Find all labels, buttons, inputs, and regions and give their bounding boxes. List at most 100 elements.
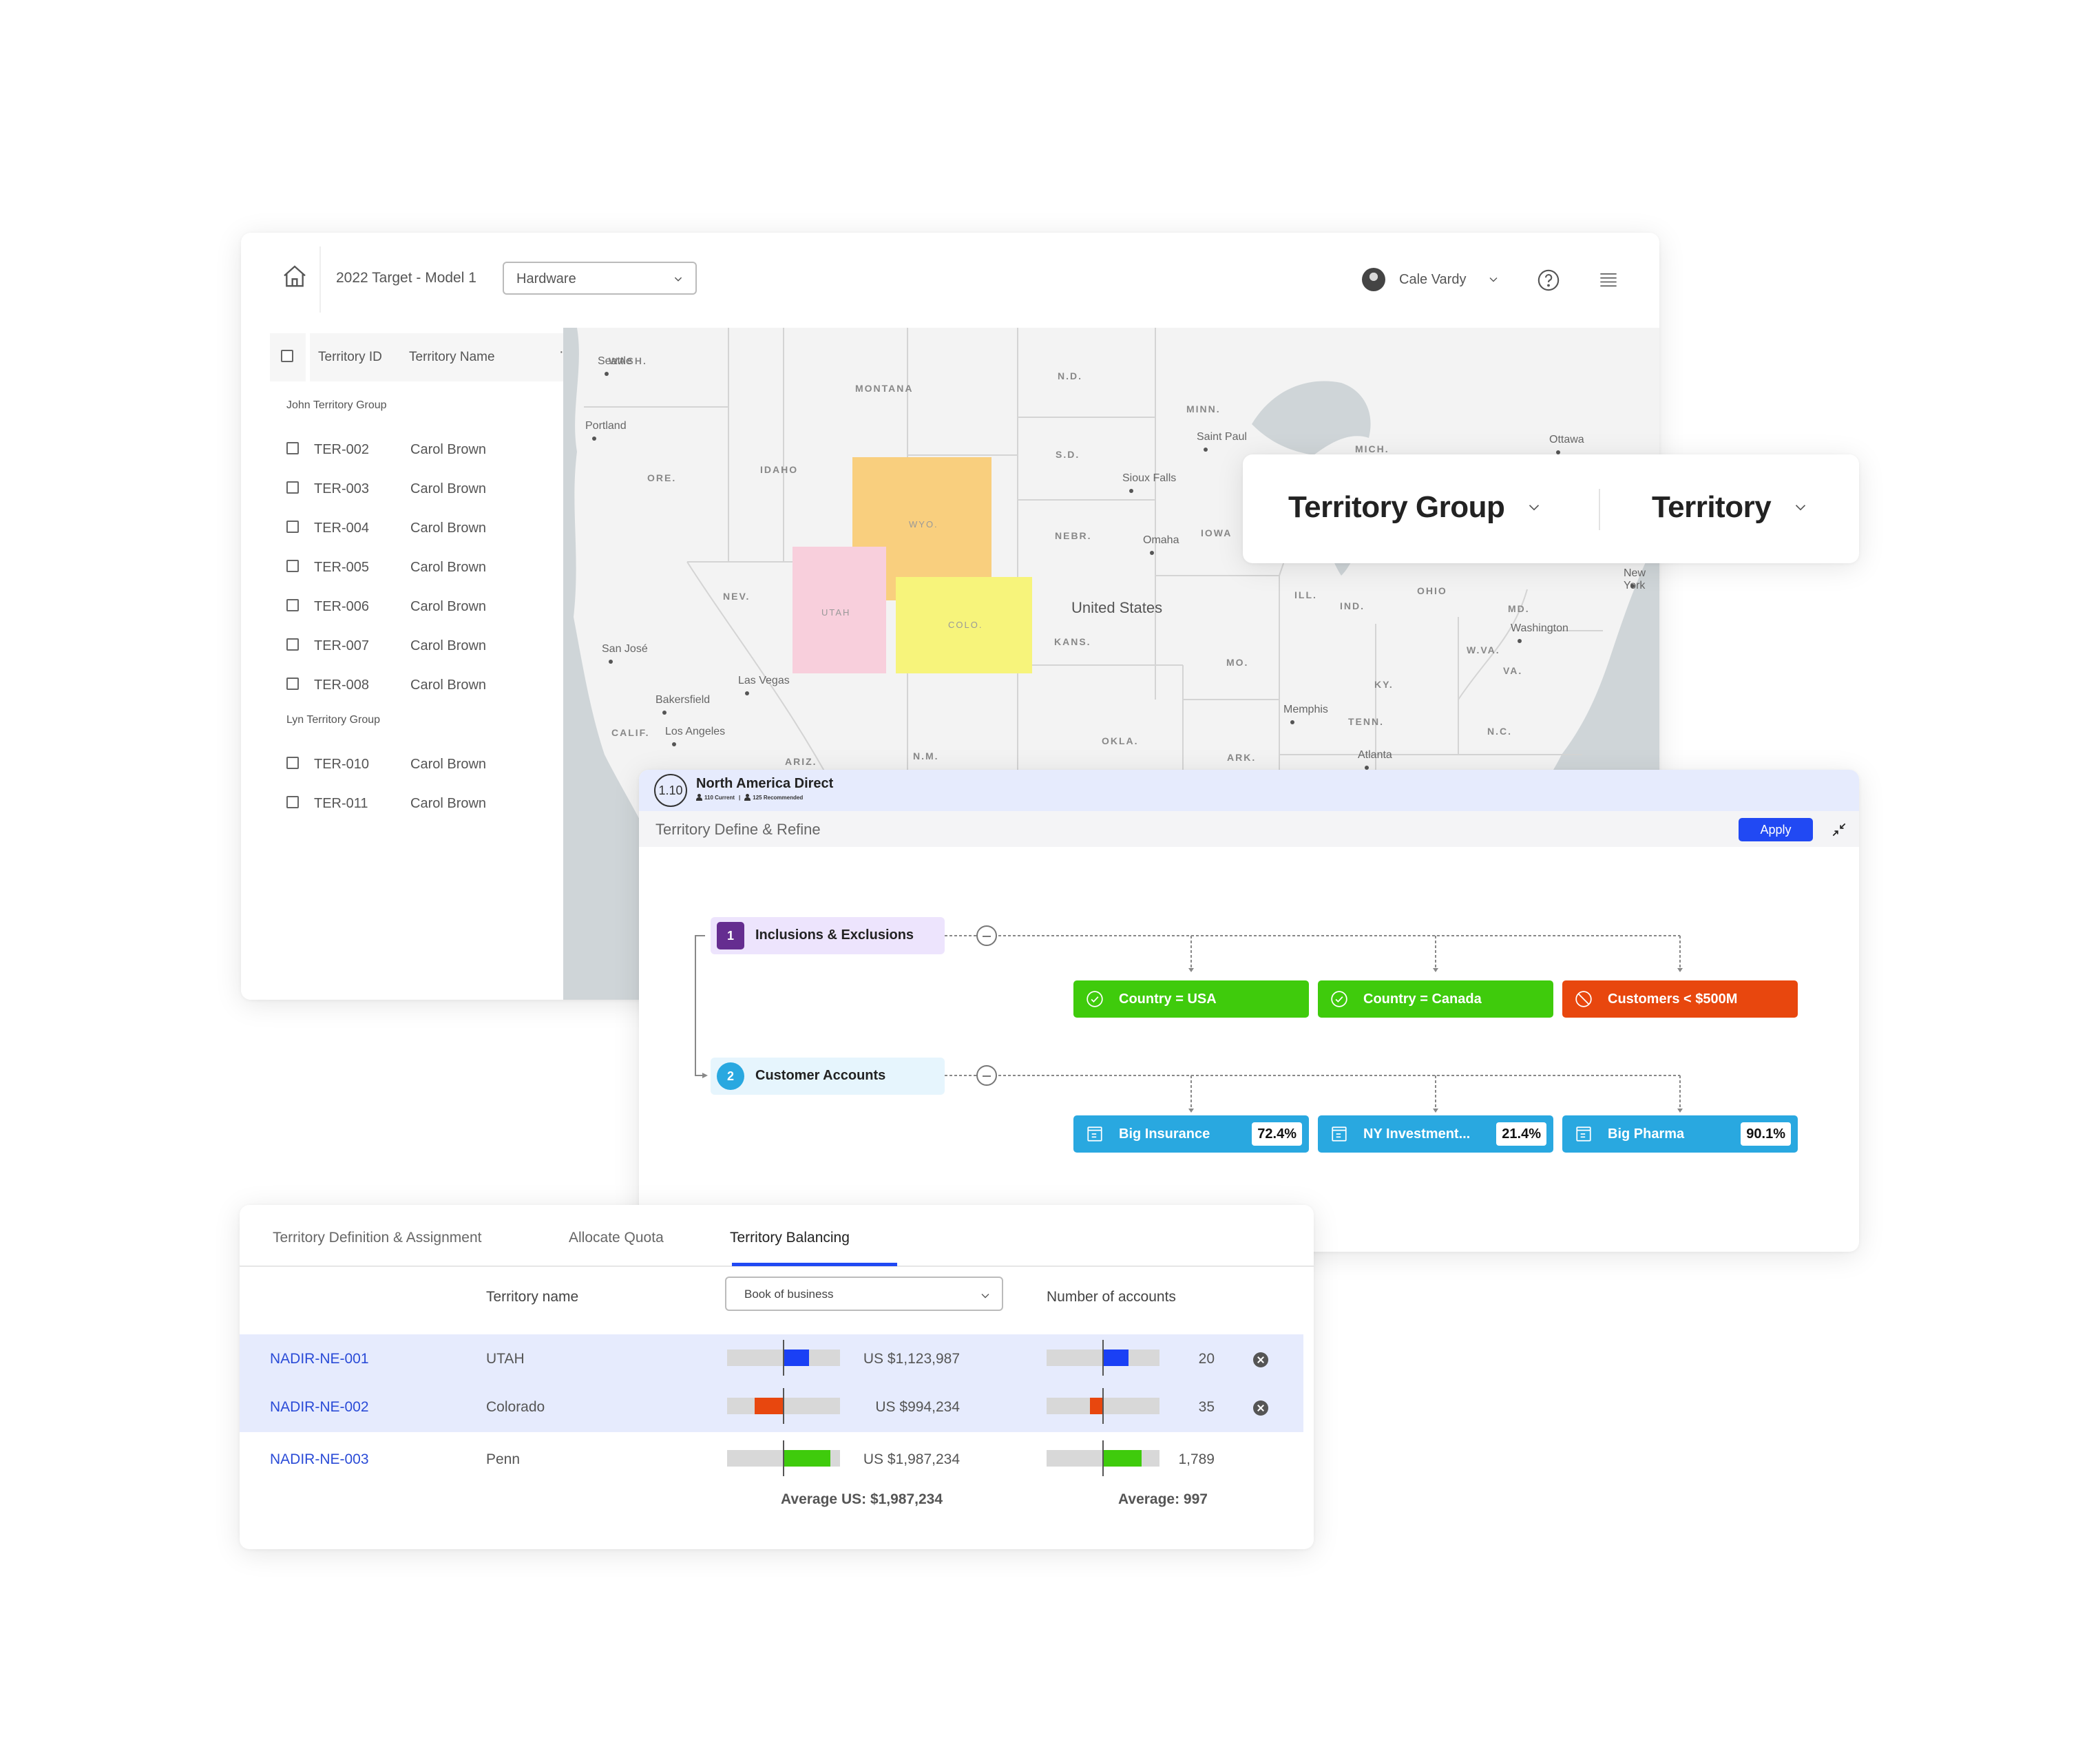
- metric-select[interactable]: Book of business: [725, 1277, 1003, 1311]
- account-chip-ny-investment[interactable]: NY Investment... 21.4%: [1318, 1115, 1553, 1153]
- user-menu[interactable]: Cale Vardy: [1362, 266, 1500, 293]
- territory-colorado[interactable]: COLO.: [896, 577, 1032, 673]
- step-inclusions-exclusions[interactable]: 1 Inclusions & Exclusions: [711, 917, 945, 954]
- help-button[interactable]: [1537, 269, 1560, 292]
- territory-id: TER-007: [314, 638, 370, 653]
- version-badge: 1.10: [654, 774, 687, 807]
- city-label: Bakersfield: [655, 694, 711, 706]
- territory-list-row[interactable]: TER-005 Carol Brown: [286, 557, 548, 580]
- city-marker: [605, 372, 609, 376]
- rule-chip-country-usa[interactable]: Country = USA: [1073, 980, 1309, 1018]
- state-label: CALIF.: [611, 727, 650, 738]
- state-label: ARIZ.: [785, 756, 817, 767]
- account-label: NY Investment...: [1363, 1126, 1471, 1142]
- remove-row-button[interactable]: [1253, 1352, 1268, 1367]
- territory-owner: Carol Brown: [410, 638, 487, 653]
- apply-button[interactable]: Apply: [1739, 818, 1813, 841]
- account-chip-big-insurance[interactable]: Big Insurance 72.4%: [1073, 1115, 1309, 1153]
- account-chip-big-pharma[interactable]: Big Pharma 90.1%: [1562, 1115, 1798, 1153]
- model-title: 2022 Target - Model 1: [336, 270, 476, 286]
- user-name: Cale Vardy: [1399, 271, 1467, 287]
- column-territory-id[interactable]: Territory ID: [318, 350, 382, 365]
- balance-table-row[interactable]: NADIR-NE-001 UTAH US $1,123,987 20: [240, 1334, 1303, 1384]
- column-territory-name[interactable]: Territory Name: [409, 350, 495, 365]
- territory-owner: Carol Brown: [410, 599, 487, 614]
- tab-allocate-quota[interactable]: Allocate Quota: [569, 1230, 664, 1246]
- territory-group-label: Lyn Territory Group: [286, 714, 381, 726]
- city-label: Atlanta: [1358, 749, 1392, 761]
- territory-list: Territory ID Territory Name ··· John Ter…: [241, 328, 574, 1000]
- rule-label: Customers < $500M: [1608, 991, 1738, 1007]
- row-checkbox[interactable]: [286, 599, 299, 611]
- territory-owner: Carol Brown: [410, 796, 487, 811]
- city-marker: [1630, 584, 1635, 588]
- row-checkbox[interactable]: [286, 678, 299, 690]
- row-checkbox[interactable]: [286, 757, 299, 769]
- territory-list-row[interactable]: TER-011 Carol Brown: [286, 793, 548, 817]
- average-marker: [783, 1388, 784, 1424]
- state-label: OHIO: [1417, 585, 1447, 596]
- territory-list-row[interactable]: TER-003 Carol Brown: [286, 479, 548, 502]
- bullet-fill: [755, 1398, 783, 1414]
- rule-label: Country = Canada: [1363, 991, 1482, 1007]
- select-all-checkbox[interactable]: [281, 350, 293, 362]
- state-label: TENN.: [1348, 716, 1384, 727]
- tab-territory-balancing[interactable]: Territory Balancing: [730, 1230, 850, 1246]
- territory-list-row[interactable]: TER-007 Carol Brown: [286, 636, 548, 659]
- row-checkbox[interactable]: [286, 796, 299, 808]
- balance-table-row[interactable]: NADIR-NE-002 Colorado US $994,234 35: [240, 1383, 1303, 1432]
- collapse-step-2-button[interactable]: [976, 1065, 997, 1086]
- territory-name: Colorado: [486, 1399, 545, 1415]
- rule-chip-customers-under-500m[interactable]: Customers < $500M: [1562, 980, 1798, 1018]
- row-checkbox[interactable]: [286, 638, 299, 651]
- row-checkbox[interactable]: [286, 481, 299, 494]
- state-label: NEV.: [723, 591, 751, 602]
- territory-dropdown[interactable]: Territory: [1652, 490, 1809, 525]
- tab-territory-definition[interactable]: Territory Definition & Assignment: [273, 1230, 481, 1246]
- row-checkbox[interactable]: [286, 521, 299, 533]
- collapse-button[interactable]: [1830, 821, 1848, 839]
- help-circle-icon: [1537, 269, 1560, 291]
- territory-label: COLO.: [948, 620, 983, 630]
- city-marker: [745, 691, 749, 695]
- column-territory-name: Territory name: [486, 1289, 579, 1305]
- menu-button[interactable]: [1599, 270, 1618, 289]
- territory-list-row[interactable]: TER-010 Carol Brown: [286, 754, 548, 777]
- territory-label: UTAH: [821, 607, 851, 618]
- state-label: IDAHO: [760, 464, 799, 475]
- territory-id-link[interactable]: NADIR-NE-001: [270, 1351, 369, 1367]
- prohibited-icon: [1575, 991, 1592, 1007]
- product-select[interactable]: Hardware: [503, 262, 697, 295]
- rule-chip-country-canada[interactable]: Country = Canada: [1318, 980, 1553, 1018]
- row-checkbox[interactable]: [286, 442, 299, 454]
- product-select-value: Hardware: [516, 271, 576, 286]
- territory-id: TER-002: [314, 442, 370, 457]
- account-percentage: 90.1%: [1741, 1122, 1791, 1146]
- territory-list-row[interactable]: TER-004 Carol Brown: [286, 518, 548, 541]
- section-title: Territory Define & Refine: [655, 821, 821, 838]
- remove-row-button[interactable]: [1253, 1400, 1268, 1416]
- city-label: New York: [1624, 567, 1646, 591]
- column-number-of-accounts: Number of accounts: [1047, 1289, 1176, 1305]
- balance-table-row[interactable]: NADIR-NE-003 Penn US $1,987,234 1,789: [240, 1435, 1303, 1484]
- home-icon: [284, 265, 306, 287]
- chevron-down-icon: [674, 277, 682, 282]
- territory-name: UTAH: [486, 1351, 525, 1367]
- territory-list-row[interactable]: TER-002 Carol Brown: [286, 439, 548, 463]
- territory-id-link[interactable]: NADIR-NE-002: [270, 1399, 369, 1416]
- city-marker: [1518, 639, 1522, 643]
- collapse-step-1-button[interactable]: [976, 925, 997, 946]
- territory-list-row[interactable]: TER-008 Carol Brown: [286, 675, 548, 698]
- step-number: 1: [717, 922, 744, 949]
- row-checkbox[interactable]: [286, 560, 299, 572]
- territory-utah[interactable]: UTAH: [793, 547, 886, 673]
- home-button[interactable]: [281, 263, 308, 291]
- territory-id-link[interactable]: NADIR-NE-003: [270, 1451, 369, 1468]
- territory-list-row[interactable]: TER-006 Carol Brown: [286, 596, 548, 620]
- step-customer-accounts[interactable]: 2 Customer Accounts: [711, 1058, 945, 1095]
- average-marker: [1102, 1388, 1104, 1424]
- state-label: MINN.: [1186, 403, 1221, 414]
- city-label: Saint Paul: [1197, 431, 1247, 443]
- territory-group-dropdown[interactable]: Territory Group: [1288, 490, 1543, 525]
- state-label: MO.: [1226, 657, 1249, 668]
